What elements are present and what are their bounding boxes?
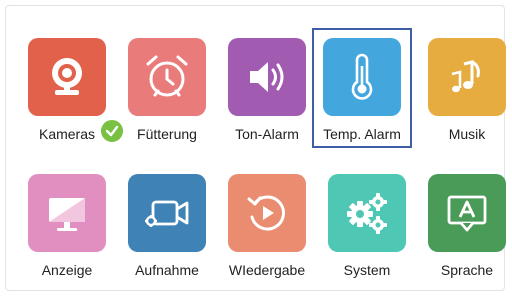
- thermometer-icon: [340, 52, 384, 102]
- tile-musik-icon-bg: [428, 38, 506, 116]
- tile-fuetterung-icon-bg: [128, 38, 206, 116]
- tile-label: Ton-Alarm: [235, 126, 299, 142]
- tile-label: WIedergabe: [228, 262, 306, 278]
- replay-icon: [243, 189, 291, 237]
- tile-ton-alarm-icon-bg: [228, 38, 306, 116]
- gears-icon: [343, 189, 391, 237]
- tile-sprache-icon-bg: [428, 174, 506, 252]
- tile-label: Aufnahme: [135, 262, 199, 278]
- tile-aufnahme[interactable]: Aufnahme: [119, 166, 215, 284]
- tile-system[interactable]: System: [319, 166, 415, 284]
- tile-label: System: [343, 262, 391, 278]
- app-grid-panel: Kameras Fütterung Ton-Alarm Temp. Alarm …: [5, 5, 506, 291]
- tile-label: Kameras: [38, 126, 96, 142]
- tile-wiedergabe[interactable]: WIedergabe: [219, 166, 315, 284]
- tile-ton-alarm[interactable]: Ton-Alarm: [219, 30, 315, 148]
- tile-label: Musik: [448, 126, 486, 142]
- tile-label: Sprache: [440, 262, 494, 278]
- tile-temp-alarm[interactable]: Temp. Alarm: [312, 28, 412, 148]
- video-record-icon: [143, 190, 191, 236]
- tile-kameras[interactable]: Kameras: [19, 30, 125, 148]
- alarm-clock-icon: [142, 52, 192, 102]
- tile-label: Temp. Alarm: [323, 126, 401, 142]
- music-note-icon: [444, 54, 490, 100]
- tile-label: Anzeige: [41, 262, 93, 278]
- language-icon: [444, 190, 490, 236]
- tile-anzeige-icon-bg: [28, 174, 106, 252]
- tile-anzeige[interactable]: Anzeige: [19, 166, 115, 284]
- tile-wiedergabe-icon-bg: [228, 174, 306, 252]
- tile-system-icon-bg: [328, 174, 406, 252]
- tile-kameras-icon-bg: [28, 38, 106, 116]
- tile-aufnahme-icon-bg: [128, 174, 206, 252]
- tile-label: Fütterung: [137, 126, 197, 142]
- tile-sprache[interactable]: Sprache: [419, 166, 512, 284]
- tile-temp-alarm-icon-bg: [323, 38, 401, 116]
- speaker-icon: [244, 54, 290, 100]
- tile-musik[interactable]: Musik: [419, 30, 512, 148]
- tile-fuetterung[interactable]: Fütterung: [119, 30, 215, 148]
- monitor-icon: [44, 190, 90, 236]
- camera-icon: [43, 53, 91, 101]
